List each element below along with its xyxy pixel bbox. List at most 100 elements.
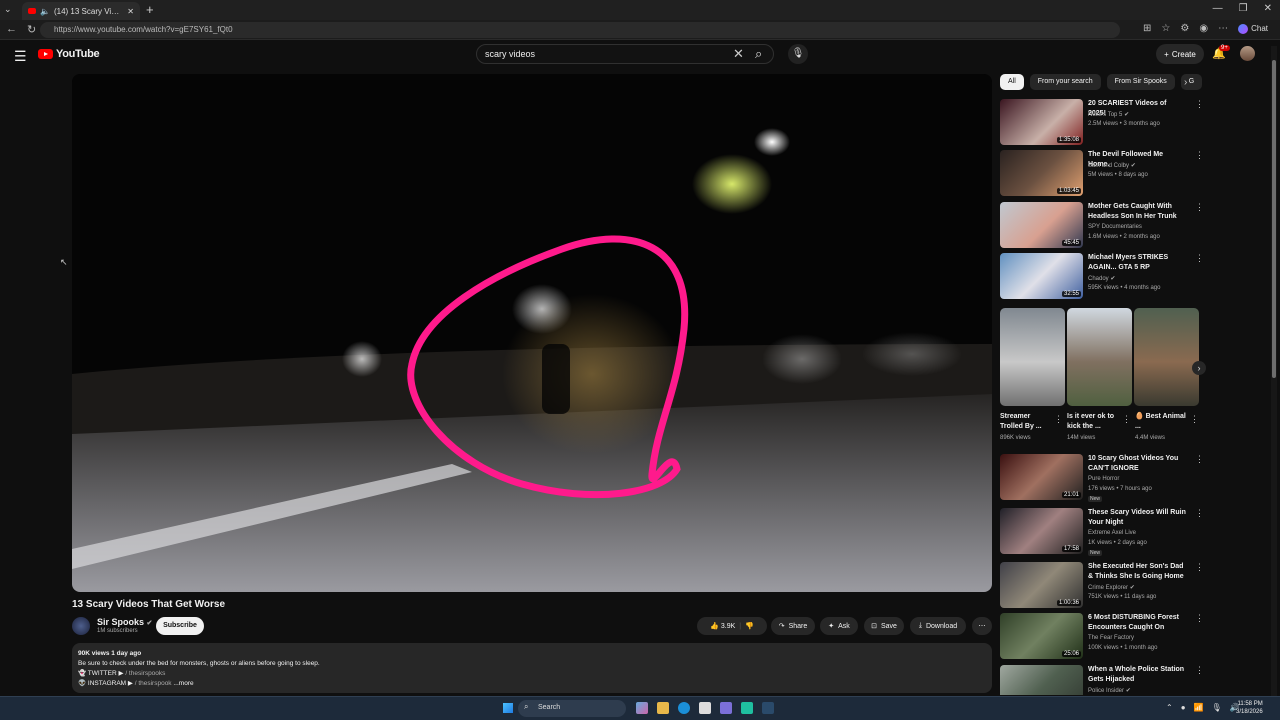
file-explorer-icon[interactable] [657, 702, 669, 714]
windows-start-icon[interactable] [503, 703, 513, 713]
copilot-app-icon[interactable] [636, 702, 648, 714]
tray-overflow-icon[interactable]: ⌃ [1166, 703, 1173, 712]
channel-avatar[interactable] [72, 617, 90, 635]
search-icon[interactable]: ⌕ [755, 46, 762, 62]
create-button[interactable]: + Create [1156, 44, 1204, 64]
taskbar-search[interactable]: ⌕ Search [518, 700, 626, 717]
microphone-icon[interactable]: 🎙 [788, 44, 808, 64]
video-thumbnail[interactable] [1000, 665, 1083, 695]
recommendation-item[interactable]: 32:55 Michael Myers STRIKES AGAIN... GTA… [1000, 253, 1204, 299]
teams-icon[interactable] [720, 702, 732, 714]
more-options-icon[interactable]: ⋮ [1122, 414, 1131, 425]
video-thumbnail[interactable]: 1:03:45 [1000, 150, 1083, 196]
recommendation-channel[interactable]: Police Insider ✔ [1088, 687, 1131, 694]
clear-search-icon[interactable]: ✕ [733, 46, 744, 62]
more-options-icon[interactable]: ⋮ [1195, 665, 1200, 676]
video-thumbnail[interactable]: 45:45 [1000, 202, 1083, 248]
app-icon[interactable] [741, 702, 753, 714]
twitter-link[interactable]: / thesirspooks [125, 670, 165, 677]
page-scrollbar[interactable] [1271, 46, 1277, 696]
short-thumbnail[interactable] [1067, 308, 1132, 406]
extensions-icon[interactable]: ⊞ [1143, 23, 1151, 34]
search-input[interactable] [485, 49, 725, 59]
more-options-icon[interactable]: ⋮ [1195, 562, 1204, 573]
url-field[interactable]: https://www.youtube.com/watch?v=gE7SY61_… [40, 22, 1120, 38]
settings-icon[interactable]: ⚙ [1180, 23, 1189, 34]
video-thumbnail[interactable]: 17:58 [1000, 508, 1083, 554]
close-tab-icon[interactable]: ✕ [127, 7, 134, 16]
short-title[interactable]: 🥚 Best Animal ... [1135, 412, 1189, 432]
recommendation-channel[interactable]: Sam and Colby ✔ [1088, 162, 1136, 169]
video-thumbnail[interactable]: 32:55 [1000, 253, 1083, 299]
wifi-icon[interactable]: 📶 [1194, 703, 1204, 712]
download-button[interactable]: ⤓ Download [910, 617, 966, 635]
youtube-logo[interactable]: YouTube [38, 48, 100, 60]
recommendation-item[interactable]: 1:03:45 The Devil Followed Me Home. Sam … [1000, 150, 1204, 196]
description-box[interactable]: 90K views 1 day ago Be sure to check und… [72, 643, 992, 693]
share-button[interactable]: ↷ Share [771, 617, 815, 635]
shorts-next-icon[interactable]: › [1192, 361, 1206, 375]
recommendation-item[interactable]: 1:00:36 She Executed Her Son's Dad & Thi… [1000, 562, 1204, 608]
recommendation-channel[interactable]: Chadoy ✔ [1088, 275, 1115, 282]
more-options-icon[interactable]: ⋮ [1195, 150, 1204, 161]
thumbs-down-icon[interactable]: 👎 [745, 622, 754, 630]
channel-name[interactable]: Sir Spooks ✔ [97, 617, 152, 627]
account-avatar[interactable] [1240, 46, 1255, 61]
edge-browser-icon[interactable] [678, 702, 690, 714]
recommendation-item[interactable]: When a Whole Police Station Gets Hijacke… [1000, 665, 1200, 695]
more-options-icon[interactable]: ⋮ [1195, 454, 1204, 465]
mic-icon[interactable]: 🎙 [1212, 703, 1222, 712]
ask-button[interactable]: ✦ Ask [820, 617, 858, 635]
recommendation-title[interactable]: These Scary Videos Will Ruin Your Night [1088, 508, 1186, 528]
recommendation-item[interactable]: 1:35:08 20 SCARIEST Videos of 2025! Nuke… [1000, 99, 1204, 145]
recommendation-title[interactable]: 6 Most DISTURBING Forest Encounters Caug… [1088, 613, 1186, 633]
recommendation-item[interactable]: 17:58 These Scary Videos Will Ruin Your … [1000, 508, 1204, 556]
more-options-icon[interactable]: ⋮ [1195, 253, 1204, 264]
chip-all[interactable]: All [1000, 74, 1024, 90]
recommendation-item[interactable]: 21:01 10 Scary Ghost Videos You CAN'T IG… [1000, 454, 1204, 502]
subscribe-button[interactable]: Subscribe [156, 617, 204, 635]
menu-icon[interactable]: ☰ [14, 48, 27, 65]
instagram-link[interactable]: / thesirspook [135, 680, 172, 687]
profile-icon[interactable]: ◉ [1199, 23, 1208, 34]
more-options-icon[interactable]: ⋮ [1195, 613, 1204, 624]
more-description-link[interactable]: ...more [173, 680, 193, 687]
video-thumbnail[interactable]: 1:00:36 [1000, 562, 1083, 608]
video-thumbnail[interactable]: 21:01 [1000, 454, 1083, 500]
tab-list-icon[interactable]: ⌄ [4, 4, 12, 15]
scrollbar-thumb[interactable] [1272, 60, 1276, 378]
short-title[interactable]: Streamer Trolled By ... [1000, 412, 1054, 432]
more-options-icon[interactable]: ⋮ [1195, 508, 1204, 519]
recommendation-title[interactable]: When a Whole Police Station Gets Hijacke… [1088, 665, 1186, 685]
recommendation-channel[interactable]: Nuke's Top 5 ✔ [1088, 111, 1129, 118]
recommendation-item[interactable]: 45:45 Mother Gets Caught With Headless S… [1000, 202, 1204, 248]
video-thumbnail[interactable]: 25:06 [1000, 613, 1083, 659]
store-icon[interactable] [699, 702, 711, 714]
minimize-icon[interactable]: — [1213, 3, 1223, 14]
reload-icon[interactable]: ↻ [27, 23, 36, 36]
short-thumbnail[interactable] [1134, 308, 1199, 406]
back-icon[interactable]: ← [6, 23, 17, 36]
recommendation-title[interactable]: Mother Gets Caught With Headless Son In … [1088, 202, 1186, 222]
recommendation-title[interactable]: Michael Myers STRIKES AGAIN... GTA 5 RP [1088, 253, 1186, 273]
more-options-icon[interactable]: ⋮ [1190, 414, 1199, 425]
new-tab-button[interactable]: + [146, 2, 154, 17]
recommendation-channel[interactable]: Extreme Axel Live [1088, 530, 1136, 536]
chat-button[interactable]: Chat [1238, 23, 1268, 34]
short-thumbnail[interactable] [1000, 308, 1065, 406]
steam-icon[interactable] [762, 702, 774, 714]
video-player[interactable] [72, 74, 992, 592]
chip-next-icon[interactable]: › [1184, 77, 1187, 88]
browser-tab[interactable]: 🔈 (14) 13 Scary Videos That Get Worse ✕ [22, 2, 140, 20]
more-menu-icon[interactable]: ⋯ [1218, 23, 1228, 34]
recommendation-channel[interactable]: Pure Horror [1088, 476, 1119, 482]
maximize-icon[interactable]: ❐ [1239, 3, 1248, 14]
close-window-icon[interactable]: ✕ [1264, 3, 1272, 14]
video-thumbnail[interactable]: 1:35:08 [1000, 99, 1083, 145]
more-options-icon[interactable]: ⋮ [1195, 99, 1204, 110]
recommendation-title[interactable]: She Executed Her Son's Dad & Thinks She … [1088, 562, 1186, 582]
more-actions-button[interactable]: ⋯ [972, 617, 992, 635]
speaker-icon[interactable]: 🔈 [40, 7, 50, 16]
recommendation-item[interactable]: 25:06 6 Most DISTURBING Forest Encounter… [1000, 613, 1204, 659]
bookmark-star-icon[interactable]: ☆ [1161, 23, 1170, 34]
